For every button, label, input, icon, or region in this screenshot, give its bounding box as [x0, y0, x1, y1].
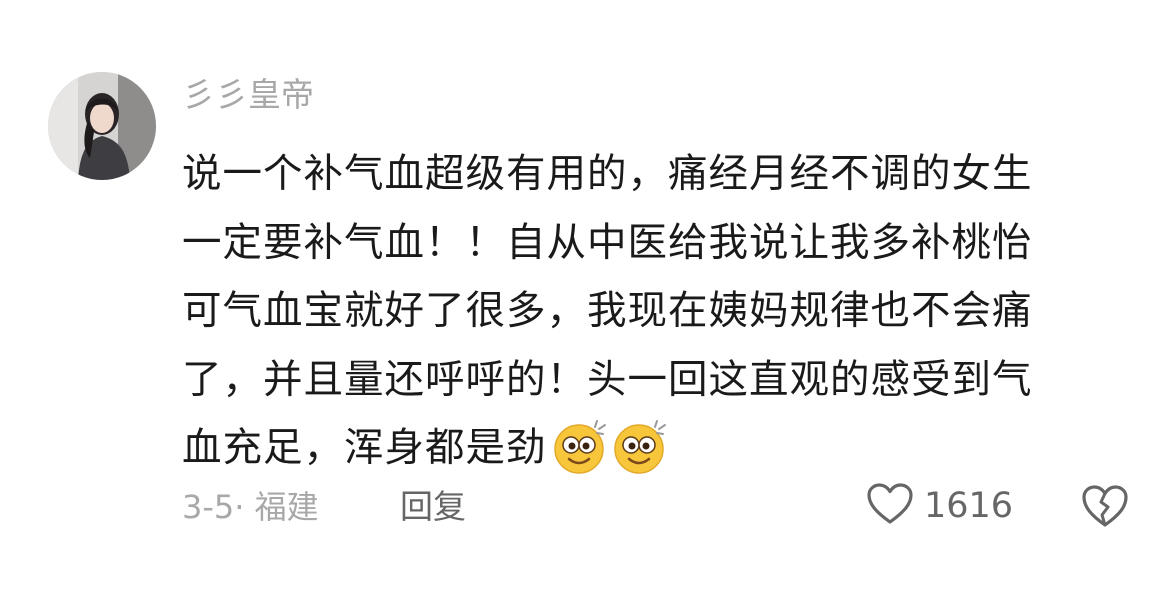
- comment-text-line: 说一个补气血超级有用的，痛经月经不调的女生: [182, 151, 1033, 197]
- reply-button[interactable]: 回复: [400, 484, 466, 530]
- comment-text-line: 了，并且量还呼呼的！头一回这直观的感受到气: [182, 356, 1033, 403]
- comment-text-last-line: 血充足，浑身都是劲: [182, 414, 1132, 483]
- like-count: 1616: [924, 486, 1014, 526]
- comment-text-line: 一定要补气血！！自从中医给我说让我多补桃怡: [182, 219, 1033, 266]
- dislike-button[interactable]: [1080, 480, 1130, 532]
- comment-text-line: 可气血宝就好了很多，我现在姨妈规律也不会痛: [182, 288, 1033, 334]
- dizzy-eyes-emoji: [551, 419, 607, 475]
- avatar[interactable]: [48, 72, 156, 180]
- dizzy-eyes-emoji: [611, 419, 667, 475]
- like-button[interactable]: 1616: [866, 480, 1013, 532]
- comment-text-line: 血充足，浑身都是劲: [182, 425, 547, 471]
- comment-item: 彡彡皇帝 说一个补气血超级有用的，痛经月经不调的女生 一定要补气血！！自从中医给…: [0, 0, 1169, 603]
- date-location: 3-5· 福建: [182, 488, 319, 526]
- heart-outline-icon: [866, 482, 914, 530]
- username[interactable]: 彡彡皇帝: [182, 72, 314, 118]
- comment-text: 说一个补气血超级有用的，痛经月经不调的女生 一定要补气血！！自从中医给我说让我多…: [182, 140, 1132, 483]
- broken-heart-icon: [1080, 485, 1130, 536]
